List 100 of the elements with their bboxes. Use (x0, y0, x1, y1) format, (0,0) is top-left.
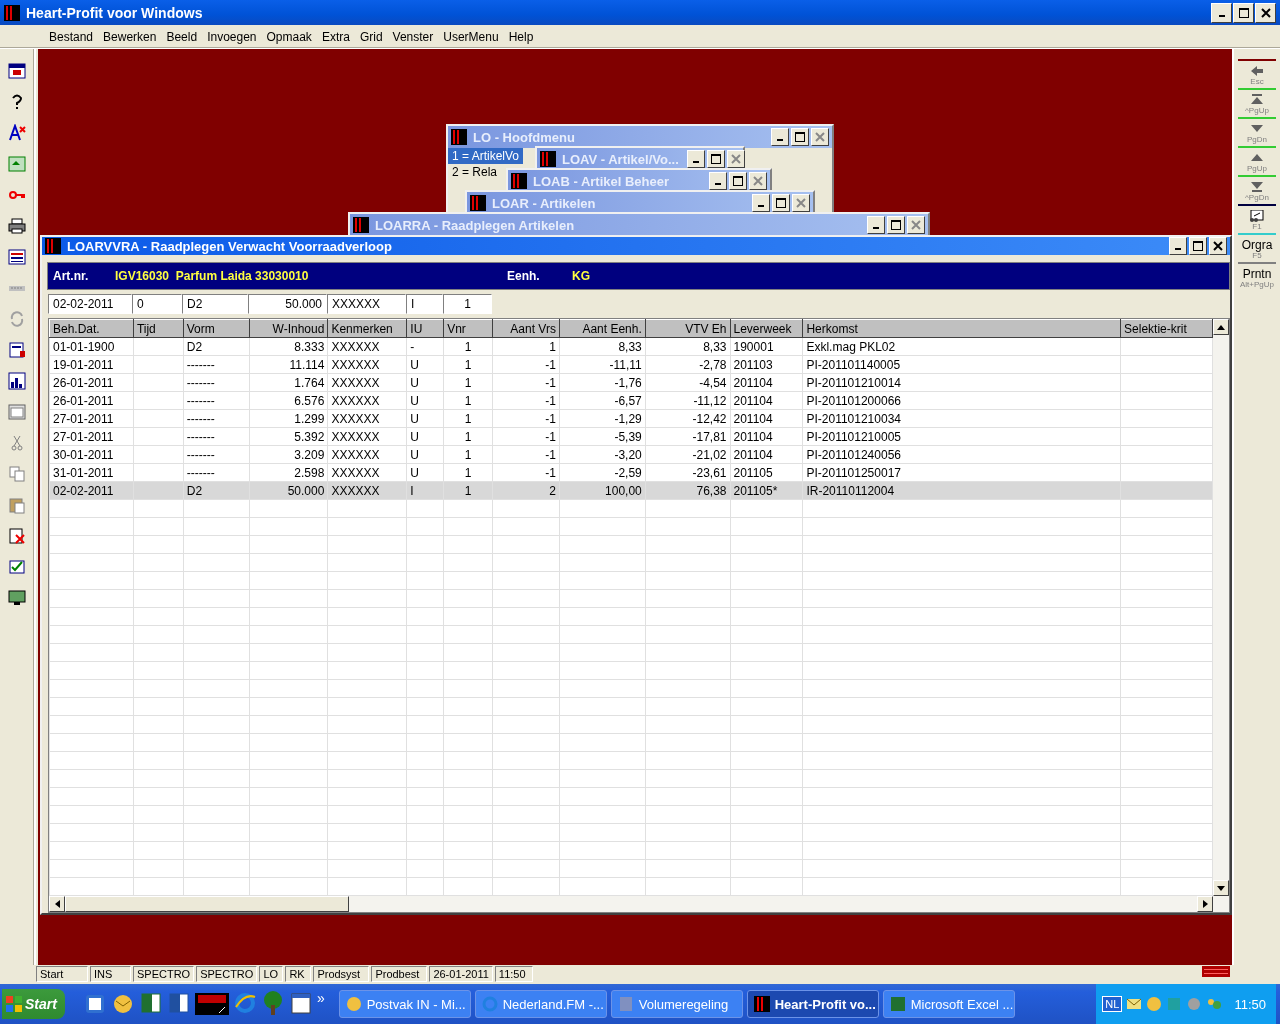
input-field[interactable]: D2 (182, 294, 248, 314)
taskbar-button[interactable]: Volumeregeling (610, 990, 743, 1018)
copy-icon[interactable] (8, 465, 26, 483)
start-button[interactable]: Start (2, 989, 65, 1019)
horizontal-scrollbar[interactable] (49, 896, 1229, 912)
minimize-button[interactable] (686, 150, 705, 168)
minimize-button[interactable] (709, 172, 727, 190)
column-header[interactable]: Vnr (443, 319, 493, 338)
input-field[interactable]: 1 (443, 294, 492, 314)
column-header[interactable]: Selektie-krit (1120, 319, 1213, 338)
image-icon[interactable] (8, 155, 26, 173)
clipboard-icon[interactable] (8, 496, 26, 514)
maximize-button[interactable] (791, 128, 809, 146)
table-row[interactable]: 30-01-2011 ------- 3.209 XXXXXX U 1 -1 -3,20 -21,02 201104 PI-201101240056 (49, 445, 1213, 464)
column-header[interactable]: Vorm (183, 319, 249, 338)
table-cell: PI-201101210014 (806, 375, 901, 390)
maximize-button[interactable] (1189, 237, 1207, 255)
table-row[interactable]: 01-01-1900 D2 8.333 XXXXXX - 1 1 8,33 8,33 190001 Exkl.mag PKL02 (49, 337, 1213, 356)
toolbar-button[interactable]: Orgra F5 (1238, 235, 1276, 262)
close-button[interactable] (907, 216, 925, 234)
table-row[interactable]: 27-01-2011 ------- 5.392 XXXXXX U 1 -1 -5,39 -17,81 201104 PI-201101210005 (49, 427, 1213, 446)
screen-icon[interactable] (8, 589, 26, 607)
chart-icon[interactable] (8, 372, 26, 390)
font-icon[interactable] (8, 124, 26, 142)
more-button[interactable]: » (316, 990, 325, 1006)
app-logo-icon[interactable] (194, 991, 229, 1017)
input-field[interactable]: XXXXXX (327, 294, 406, 314)
scroll-left-button[interactable] (49, 896, 65, 912)
scroll-right-button[interactable] (1197, 896, 1213, 912)
column-header[interactable]: Aant Vrs (492, 319, 560, 338)
close-button[interactable] (726, 150, 745, 168)
maximize-button[interactable] (729, 172, 747, 190)
minimize-button[interactable] (867, 216, 885, 234)
taskbar-button[interactable]: Heart-Profit vo... (746, 990, 879, 1018)
close-button[interactable] (1209, 237, 1227, 255)
table-cell: Exkl.mag PKL02 (806, 339, 896, 354)
table-row[interactable]: 19-01-2011 ------- 11.114 XXXXXX U 1 -1 -11,11 -2,78 201103 PI-201101140005 (49, 355, 1213, 374)
menu-item[interactable]: UserMenu (438, 27, 504, 46)
maximize-button[interactable] (887, 216, 905, 234)
check-icon[interactable] (8, 558, 26, 576)
column-header[interactable]: Aant Eenh. (559, 319, 646, 338)
window-icon[interactable] (8, 62, 26, 80)
delete-icon[interactable] (8, 527, 26, 545)
menu-item[interactable]: Help (503, 27, 539, 46)
menu-item[interactable]: Venster (387, 27, 439, 46)
scroll-up-button[interactable] (1213, 319, 1229, 335)
menu-item[interactable]: Opmaak (261, 27, 317, 46)
column-header[interactable]: IU (406, 319, 444, 338)
menu-item[interactable]: Invoegen (202, 27, 262, 46)
taskbar-button[interactable]: Nederland.FM -... (474, 990, 607, 1018)
taskbar-button[interactable]: Microsoft Excel ... (882, 990, 1015, 1018)
taskbar-button[interactable]: Postvak IN - Mi... (338, 990, 471, 1018)
menu-list-item[interactable]: 1 = ArtikelVo (448, 148, 524, 164)
input-field[interactable]: 02-02-2011 (48, 294, 132, 314)
close-button[interactable] (1255, 2, 1276, 23)
table-row[interactable]: 26-01-2011 ------- 6.576 XXXXXX U 1 -1 -6,57 -11,12 201104 PI-201101200066 (49, 391, 1213, 410)
scissors-icon[interactable] (8, 434, 26, 452)
close-button[interactable] (792, 194, 810, 212)
column-header[interactable]: Beh.Dat. (49, 319, 134, 338)
printer-icon[interactable] (8, 217, 26, 235)
toolbar-button[interactable]: Prntn Alt+PgUp (1238, 264, 1276, 291)
toolbar-button[interactable]: PgDn (1238, 119, 1276, 146)
close-button[interactable] (749, 172, 767, 190)
toolbar-button[interactable]: PgUp (1238, 148, 1276, 175)
menu-item[interactable]: Bestand (44, 27, 99, 46)
table-row[interactable]: 31-01-2011 ------- 2.598 XXXXXX U 1 -1 -2,59 -23,61 201105 PI-201101250017 (49, 463, 1213, 482)
scroll-thumb[interactable] (65, 896, 349, 912)
close-button[interactable] (811, 128, 829, 146)
table-row[interactable]: 26-01-2011 ------- 1.764 XXXXXX U 1 -1 -1,76 -4,54 201104 PI-201101210014 (49, 373, 1213, 392)
menu-item[interactable]: Beeld (161, 27, 203, 46)
menu-list-item[interactable]: 2 = Rela (448, 164, 502, 180)
minimize-button[interactable] (752, 194, 770, 212)
column-header[interactable]: W-Inhoud (249, 319, 328, 338)
column-header[interactable]: Herkomst (802, 319, 1121, 338)
maximize-button[interactable] (706, 150, 725, 168)
window-icon[interactable] (288, 991, 313, 1017)
input-field[interactable]: 0 (132, 294, 182, 314)
menu-item[interactable]: Grid (354, 27, 388, 46)
form-icon[interactable] (8, 248, 26, 266)
column-header[interactable]: Kenmerken (327, 319, 407, 338)
input-field[interactable]: I (406, 294, 443, 314)
minimize-button[interactable] (771, 128, 789, 146)
minimize-button[interactable] (1211, 2, 1232, 23)
table-row[interactable]: 02-02-2011 D2 50.000 XXXXXX I 1 2 100,00 76,38 201105* IR-20110112004 (49, 481, 1213, 500)
minimize-button[interactable] (1169, 237, 1187, 255)
column-header[interactable]: Leverweek (730, 319, 803, 338)
maximize-button[interactable] (772, 194, 790, 212)
input-field[interactable]: 50.000 (248, 294, 327, 314)
toolbar-button[interactable]: ^PgUp (1238, 90, 1276, 117)
column-header[interactable]: Tijd (133, 319, 184, 338)
toolbar-button[interactable]: ^PgDn (1238, 177, 1276, 204)
menu-item[interactable]: Bewerken (98, 27, 162, 46)
maximize-button[interactable] (1233, 2, 1254, 23)
language-indicator[interactable]: NL (1102, 996, 1123, 1012)
vertical-scrollbar[interactable] (1213, 319, 1229, 896)
table-row[interactable]: 27-01-2011 ------- 1.299 XXXXXX U 1 -1 -1,29 -12,42 201104 PI-201101210034 (49, 409, 1213, 428)
window-logo-icon (511, 173, 527, 189)
column-header[interactable]: VTV Eh (645, 319, 730, 338)
scroll-down-button[interactable] (1213, 880, 1229, 896)
menu-item[interactable]: Extra (316, 27, 355, 46)
